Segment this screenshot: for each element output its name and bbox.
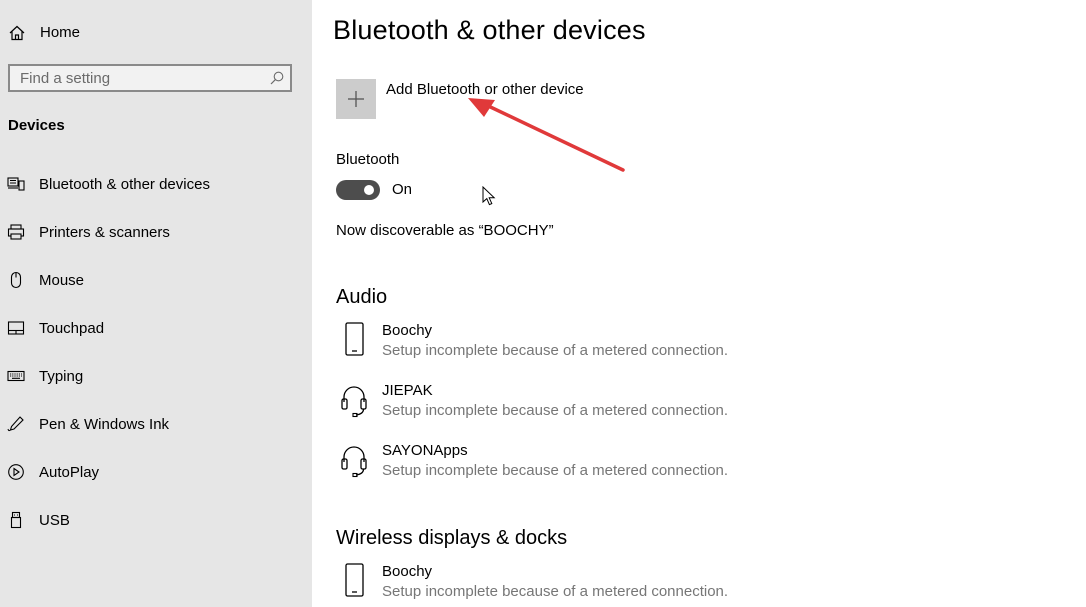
phone-icon (345, 563, 364, 597)
sidebar-nav: Bluetooth & other devices Printers & sca… (0, 160, 312, 544)
phone-icon (345, 322, 364, 356)
sidebar-section-title: Devices (8, 117, 65, 134)
sidebar-item-label: Pen & Windows Ink (39, 416, 170, 433)
audio-section-title: Audio (336, 286, 388, 308)
sidebar-item-printers[interactable]: Printers & scanners (0, 208, 312, 256)
sidebar-item-label: AutoPlay (39, 464, 100, 481)
sidebar-item-autoplay[interactable]: AutoPlay (0, 448, 312, 496)
mouse-icon (10, 271, 22, 289)
sidebar: Home Devices Bluetooth & other devices (0, 0, 312, 607)
search-input[interactable] (10, 66, 270, 90)
discoverable-text: Now discoverable as “BOOCHY” (336, 222, 554, 239)
autoplay-icon (8, 464, 24, 480)
add-device-label[interactable]: Add Bluetooth or other device (386, 81, 584, 98)
sidebar-item-bluetooth[interactable]: Bluetooth & other devices (0, 160, 312, 208)
search-box (8, 64, 292, 92)
device-status: Setup incomplete because of a metered co… (382, 462, 729, 479)
sidebar-item-label: Printers & scanners (39, 224, 170, 241)
home-label: Home (40, 24, 81, 41)
add-device-button[interactable] (336, 79, 376, 119)
device-item-sayonapps[interactable]: SAYONApps Setup incomplete because of a … (336, 442, 756, 494)
sidebar-item-label: Touchpad (39, 320, 105, 337)
sidebar-item-label: Bluetooth & other devices (39, 176, 210, 193)
device-status: Setup incomplete because of a metered co… (382, 583, 729, 600)
wireless-section-title: Wireless displays & docks (336, 527, 568, 549)
headset-icon (341, 446, 367, 478)
main-panel: Bluetooth & other devices Add Bluetooth … (312, 0, 1086, 607)
pen-icon (7, 416, 24, 432)
keyboard-icon (7, 370, 25, 382)
sidebar-item-touchpad[interactable]: Touchpad (0, 304, 312, 352)
sidebar-item-label: Mouse (39, 272, 85, 289)
device-item-boochy-wireless[interactable]: Boochy Setup incomplete because of a met… (336, 563, 756, 607)
headset-icon (341, 386, 367, 418)
sidebar-item-label: Typing (39, 368, 84, 385)
sidebar-item-pen[interactable]: Pen & Windows Ink (0, 400, 312, 448)
search-icon[interactable] (270, 71, 284, 85)
toggle-knob (364, 185, 374, 195)
sidebar-item-mouse[interactable]: Mouse (0, 256, 312, 304)
device-item-jiepak[interactable]: JIEPAK Setup incomplete because of a met… (336, 382, 756, 434)
bluetooth-toggle[interactable] (336, 180, 380, 200)
device-status: Setup incomplete because of a metered co… (382, 342, 729, 359)
bluetooth-heading: Bluetooth (336, 151, 400, 168)
sidebar-item-label: USB (39, 512, 70, 529)
device-name: SAYONApps (382, 442, 468, 459)
device-item-boochy-audio[interactable]: Boochy Setup incomplete because of a met… (336, 322, 756, 374)
usb-icon (10, 511, 22, 529)
plus-icon (348, 91, 364, 107)
printer-icon (7, 224, 25, 240)
sidebar-item-typing[interactable]: Typing (0, 352, 312, 400)
device-name: Boochy (382, 322, 433, 339)
bluetooth-devices-icon (7, 177, 25, 191)
settings-window: Home Devices Bluetooth & other devices (0, 0, 1086, 607)
home-nav-item[interactable]: Home (0, 17, 312, 49)
device-name: JIEPAK (382, 382, 433, 399)
touchpad-icon (7, 321, 25, 335)
bluetooth-toggle-state: On (392, 181, 413, 198)
device-name: Boochy (382, 563, 433, 580)
home-icon (9, 25, 25, 41)
page-title: Bluetooth & other devices (333, 15, 646, 45)
device-status: Setup incomplete because of a metered co… (382, 402, 729, 419)
sidebar-item-usb[interactable]: USB (0, 496, 312, 544)
